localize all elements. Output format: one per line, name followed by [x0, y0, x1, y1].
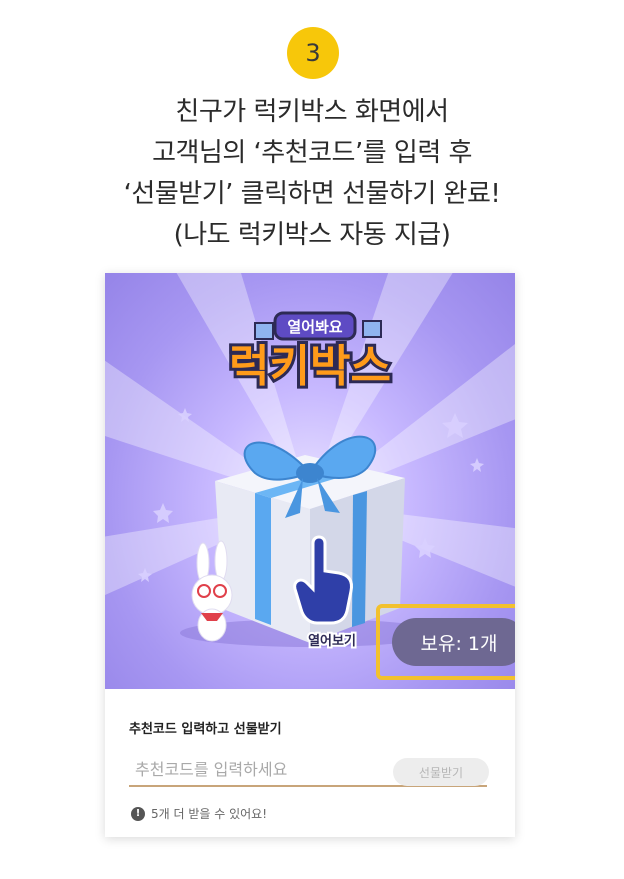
lucky-box-hero: 열어봐요 럭키박스 열어보기 보유: 1개: [105, 273, 515, 689]
step-number-badge: 3: [287, 27, 339, 79]
owned-count-text: 보유: 1개: [420, 632, 498, 655]
referral-form: 추천코드 입력하고 선물받기 선물받기 ! 5개 더 받을 수 있어요!: [105, 689, 515, 837]
page: 3 친구가 럭키박스 화면에서 고객님의 ‘추천코드’를 입력 후 ‘선물받기’…: [0, 0, 624, 879]
instruction-line-2: 고객님의 ‘추천코드’를 입력 후: [152, 138, 472, 168]
open-box-label[interactable]: 열어보기: [306, 631, 358, 651]
lucky-box-card: 열어봐요 럭키박스 열어보기 보유: 1개 추천코드 입력하고 선물받기 추천코…: [105, 273, 515, 837]
instruction-line-3: ‘선물받기’ 클릭하면 선물하기 완료!: [123, 179, 501, 209]
referral-form-title: 추천코드 입력하고 선물받기: [129, 722, 282, 737]
banner-title: 럭키박스: [229, 341, 391, 392]
receive-gift-button[interactable]: 선물받기: [393, 758, 489, 786]
remaining-notice-text: 5개 더 받을 수 있어요!: [151, 807, 268, 821]
owned-count-badge: 보유: 1개: [392, 618, 515, 666]
instruction-line-4: (나도 럭키박스 자동 지급): [173, 220, 451, 250]
step-number: 3: [305, 39, 321, 67]
instruction-line-1: 친구가 럭키박스 화면에서: [175, 97, 449, 127]
exclamation-circle-icon: !: [131, 806, 145, 821]
banner-small-text: 열어봐요: [287, 318, 342, 336]
remaining-notice: ! 5개 더 받을 수 있어요!: [131, 805, 267, 822]
rabbit-mascot: [191, 540, 233, 642]
instruction-text: 친구가 럭키박스 화면에서 고객님의 ‘추천코드’를 입력 후 ‘선물받기’ 클…: [0, 92, 624, 256]
